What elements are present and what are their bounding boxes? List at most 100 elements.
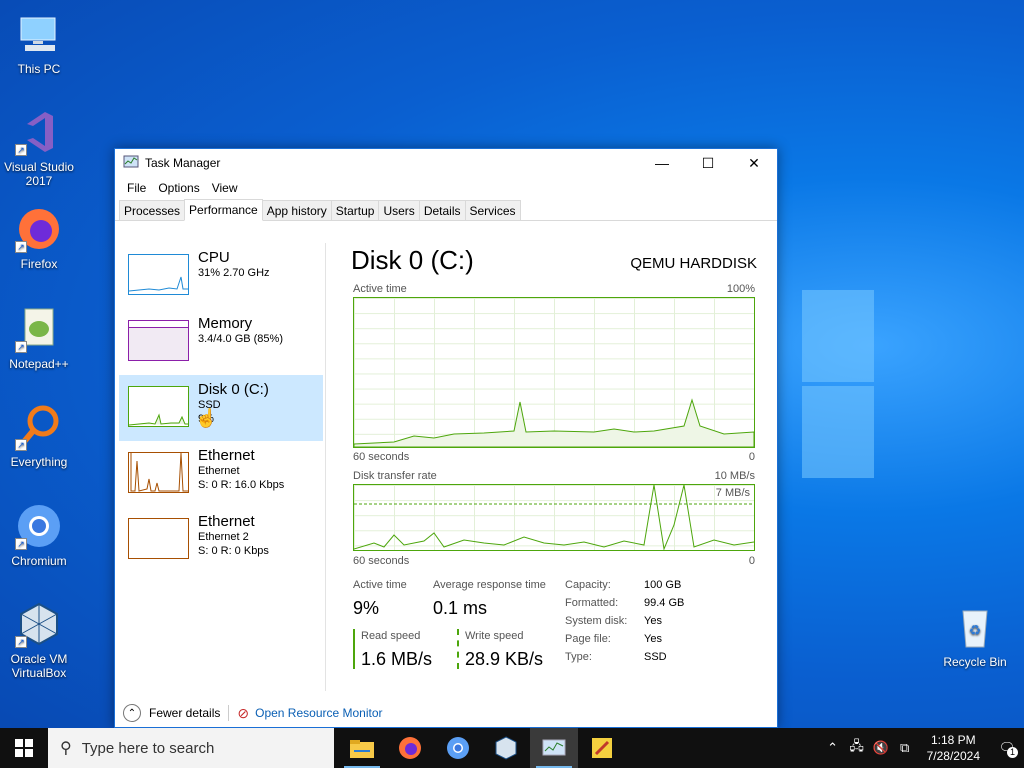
fewer-details-button[interactable]: Fewer details [149,706,220,720]
transfer-rate-graph-duration: 60 seconds [353,555,410,567]
firefox-icon [399,737,421,759]
sidebar-item-name: Disk 0 (C:) [198,381,269,398]
sidebar-item-throughput: S: 0 R: 16.0 Kbps [198,479,285,491]
desktop-icon-label: Everything [10,455,68,469]
desktop-icon-firefox[interactable]: ↗ Firefox [0,205,81,271]
volume-muted-icon[interactable]: 🔇 [869,740,893,756]
disk-model: QEMU HARDDISK [630,255,757,272]
prop-type: Type: SSD [565,651,667,663]
desktop-icon-notepadpp[interactable]: ↗ Notepad++ [0,305,81,371]
title-bar[interactable]: Task Manager — ☐ ✕ [115,149,777,177]
desktop-icon-label: This PC [17,62,61,76]
taskbar-virtualbox[interactable] [482,728,530,768]
sidebar-item-throughput: S: 0 R: 0 Kbps [198,545,269,557]
transfer-rate-graph-min: 0 [748,555,755,567]
display-icon[interactable]: ⧉ [893,740,917,756]
desktop-icon-label: Oracle VM VirtualBox [10,652,68,680]
panel-divider[interactable] [325,243,326,691]
task-manager-icon [123,154,139,173]
visual-studio-icon: ↗ [15,108,63,156]
taskbar-file-explorer[interactable] [338,728,386,768]
taskbar-chromium[interactable] [434,728,482,768]
chromium-icon [447,737,469,759]
disk-title: Disk 0 (C:) [351,245,474,275]
sidebar-item-detail: 31% 2.70 GHz [198,267,270,279]
desktop-icon-virtualbox[interactable]: ↗ Oracle VM VirtualBox [0,600,81,680]
footer-bar: ⌃ Fewer details ⊘ Open Resource Monitor [115,699,777,727]
sidebar-item-disk-0[interactable]: Disk 0 (C:) SSD 9% ☝ [119,375,323,441]
prop-system-disk: System disk: Yes [565,615,662,627]
taskbar-search-box[interactable]: ⚲ Type here to search [48,728,334,768]
desktop-icon-recycle-bin[interactable]: ♻ Recycle Bin [933,603,1017,669]
desktop-icon-everything[interactable]: ↗ Everything [0,403,81,469]
tab-app-history[interactable]: App history [261,200,332,220]
desktop-icon-chromium[interactable]: ↗ Chromium [0,502,81,568]
sidebar-item-ethernet-1[interactable]: Ethernet Ethernet S: 0 R: 16.0 Kbps [119,441,323,507]
sidebar-item-detail: Ethernet 2 [198,531,249,543]
file-explorer-icon [350,740,374,758]
transfer-rate-graph-max: 10 MB/s [714,470,755,482]
chevron-up-icon[interactable]: ⌃ [123,704,141,722]
write-speed-indicator [457,629,459,669]
everything-icon: ↗ [15,403,63,451]
tab-performance[interactable]: Performance [184,199,263,221]
memory-thumbnail-graph [128,320,189,361]
menu-options[interactable]: Options [152,181,205,195]
transfer-rate-graph[interactable]: 7 MB/s [353,484,755,551]
firefox-icon: ↗ [15,205,63,253]
tab-users[interactable]: Users [378,200,420,220]
read-speed-value: 1.6 MB/s [361,649,433,669]
active-time-stat-value: 9% [353,598,380,618]
tab-services[interactable]: Services [464,200,521,220]
ethernet-thumbnail-graph [128,452,189,493]
close-button[interactable]: ✕ [731,149,777,177]
desktop-icon-label: Firefox [20,257,58,271]
taskbar-task-manager[interactable] [530,728,578,768]
task-manager-window[interactable]: Task Manager — ☐ ✕ File Options View Pro… [114,148,778,728]
active-time-graph-max: 100% [726,283,755,295]
taskbar-firefox[interactable] [386,728,434,768]
svg-text:♻: ♻ [969,622,982,638]
maximize-button[interactable]: ☐ [685,149,731,177]
start-button[interactable] [0,728,48,768]
desktop-icon-visual-studio[interactable]: ↗ Visual Studio 2017 [0,108,81,188]
network-icon[interactable]: 🖧 [845,737,869,759]
minimize-button[interactable]: — [639,149,685,177]
tab-startup[interactable]: Startup [330,200,380,220]
footer-separator [228,705,230,721]
notification-center-icon[interactable]: 🗨 1 [990,740,1024,758]
tab-processes[interactable]: Processes [119,200,186,220]
avg-response-stat-label: Average response time [433,579,546,591]
recycle-bin-icon: ♻ [951,603,999,651]
sidebar-item-name: Ethernet [198,447,255,464]
read-speed-indicator [353,629,355,669]
desktop-icon-label: Chromium [11,554,67,568]
sidebar-item-ethernet-2[interactable]: Ethernet Ethernet 2 S: 0 R: 0 Kbps [119,507,323,573]
performance-sidebar: CPU 31% 2.70 GHz Memory 3.4/4.0 GB (85%)… [119,243,323,695]
sidebar-item-name: Memory [198,315,253,332]
transfer-rate-graph-label: Disk transfer rate [353,470,437,482]
sidebar-item-name: CPU [198,249,230,266]
tab-details[interactable]: Details [418,200,466,220]
system-tray: ⌃ 🖧 🔇 ⧉ 1:18 PM 7/28/2024 🗨 1 [821,728,1024,768]
desktop-icon-this-pc[interactable]: This PC [0,10,81,76]
sidebar-item-detail: 3.4/4.0 GB (85%) [198,333,283,345]
sidebar-item-name: Ethernet [198,513,255,530]
menu-view[interactable]: View [206,181,244,195]
taskbar: ⚲ Type here to search ⌃ 🖧 🔇 ⧉ 1:18 PM 7/… [0,728,1024,768]
menu-file[interactable]: File [121,181,152,195]
notification-count: 1 [1007,747,1018,758]
sidebar-item-cpu[interactable]: CPU 31% 2.70 GHz [119,243,323,309]
taskbar-paint-app[interactable] [578,728,626,768]
notepadpp-icon: ↗ [15,305,63,353]
chevron-up-icon[interactable]: ⌃ [821,740,845,756]
open-resource-monitor-link[interactable]: Open Resource Monitor [255,706,382,720]
active-time-stat-label: Active time [353,579,407,591]
windows-logo-decor [802,290,874,480]
clock-date: 7/28/2024 [926,749,980,763]
active-time-graph[interactable] [353,297,755,448]
prop-capacity: Capacity: 100 GB [565,579,682,591]
tab-strip: Processes Performance App history Startu… [115,199,777,221]
clock[interactable]: 1:18 PM 7/28/2024 [917,732,990,764]
sidebar-item-memory[interactable]: Memory 3.4/4.0 GB (85%) [119,309,323,375]
